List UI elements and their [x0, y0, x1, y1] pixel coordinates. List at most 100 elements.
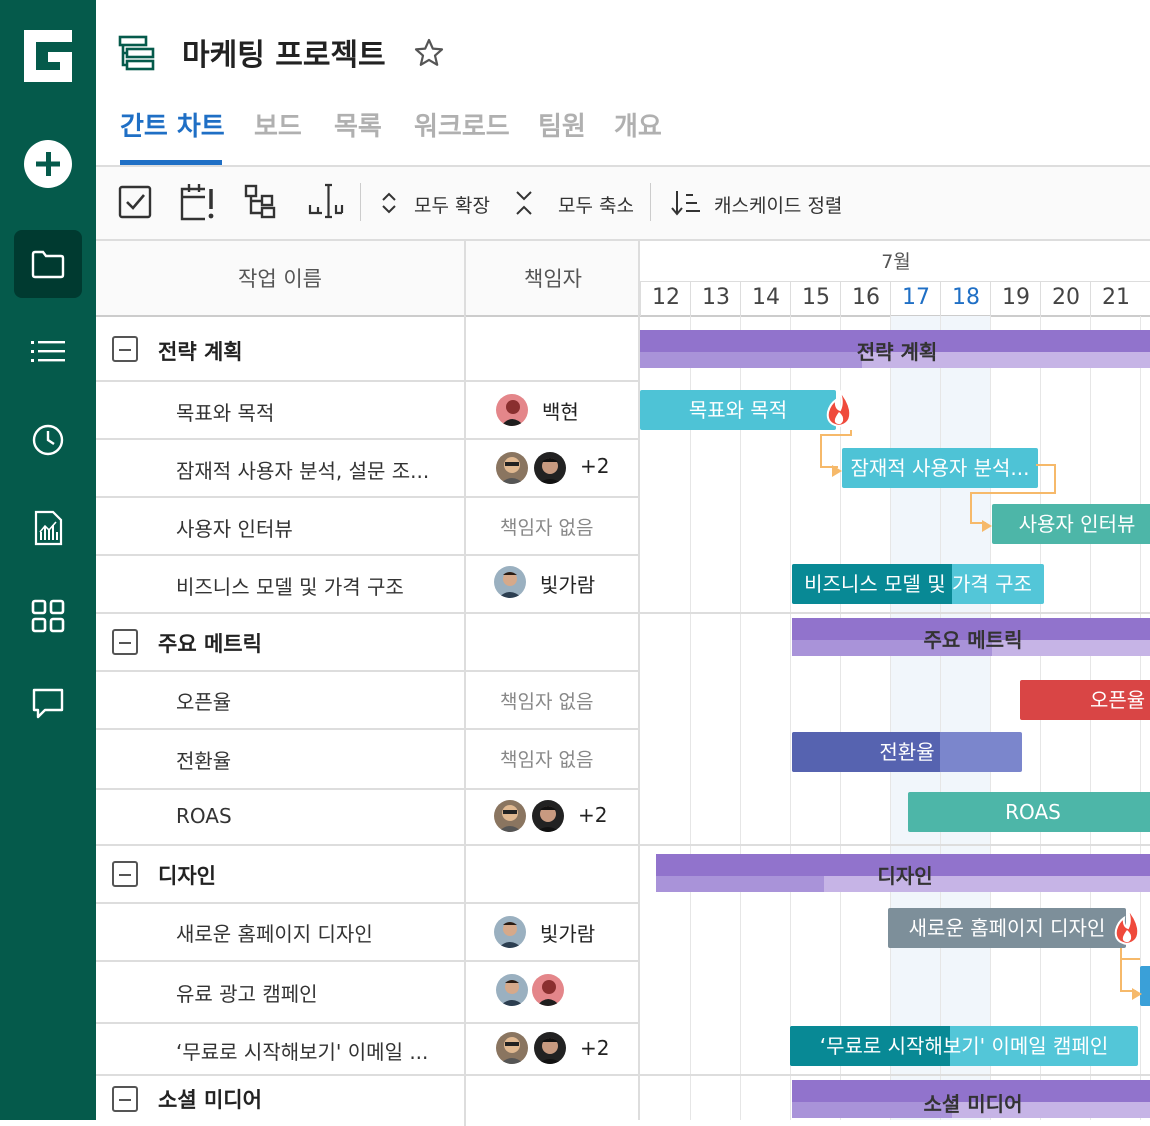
owner-cell[interactable] — [466, 962, 638, 1022]
expand-all-button[interactable]: 모두 확장 — [414, 191, 490, 218]
task-cell: 전환율 — [96, 730, 466, 788]
task-cell: 새로운 홈페이지 디자인 — [96, 904, 466, 960]
task-name: 유료 광고 캠페인 — [176, 982, 318, 1006]
owner-cell[interactable]: 백현 — [466, 382, 638, 438]
task-name: 비즈니스 모델 및 가격 구조 — [176, 575, 404, 599]
task-row[interactable]: 오픈율 책임자 없음 — [96, 672, 638, 730]
task-row[interactable]: 목표와 목적 백현 — [96, 382, 638, 440]
task-bar[interactable]: 오픈율 — [1020, 680, 1150, 720]
task-bar[interactable]: ROAS — [908, 792, 1150, 832]
task-bar[interactable]: 새로운 홈페이지 디자인 — [888, 908, 1126, 948]
owner-cell[interactable]: 책임자 없음 — [466, 672, 638, 728]
task-row[interactable]: 비즈니스 모델 및 가격 구조 빛가람 — [96, 556, 638, 614]
chat-icon[interactable] — [14, 670, 82, 738]
group-bar[interactable]: 전략 계획 — [640, 330, 1150, 368]
hierarchy-icon[interactable] — [244, 183, 278, 223]
task-name-header-label: 작업 이름 — [238, 267, 322, 291]
group-bar[interactable]: 소셜 미디어 — [792, 1080, 1150, 1118]
checkbox-icon[interactable] — [118, 183, 152, 223]
task-bar-label: 전환율 — [879, 740, 935, 764]
task-bar[interactable]: 목표와 목적 — [640, 390, 836, 430]
tab-overview[interactable]: 개요 — [614, 106, 662, 143]
task-cell: ‘무료로 시작해보기' 이메일 ... — [96, 1024, 466, 1074]
toolbar: 모두 확장 모두 축소 캐스케이드 정렬 — [96, 167, 1150, 241]
task-name: ‘무료로 시작해보기' 이메일 ... — [176, 1040, 429, 1064]
list-icon[interactable] — [14, 318, 82, 386]
logo-icon[interactable] — [20, 26, 76, 86]
task-bar[interactable]: 잠재적 사용자 분석... — [842, 448, 1038, 488]
task-row[interactable]: ROAS +2 — [96, 790, 638, 846]
task-bar-label: 비즈니스 모델 및 가격 구조 — [804, 572, 1032, 596]
sort-icon[interactable] — [670, 189, 700, 221]
task-row[interactable]: 사용자 인터뷰 책임자 없음 — [96, 498, 638, 556]
group-row[interactable]: 소셜 미디어 — [96, 1076, 638, 1126]
task-row[interactable]: 잠재적 사용자 분석, 설문 조... +2 — [96, 440, 638, 498]
owner-cell[interactable]: +2 — [466, 790, 638, 844]
task-row[interactable]: ‘무료로 시작해보기' 이메일 ... +2 — [96, 1024, 638, 1076]
avatar — [496, 974, 528, 1006]
owner-cell[interactable]: 빛가람 — [466, 904, 638, 960]
owner-cell[interactable]: +2 — [466, 1024, 638, 1074]
task-name: 오픈율 — [176, 690, 232, 714]
cascade-sort-button[interactable]: 캐스케이드 정렬 — [714, 191, 842, 218]
owner-name: 빛가람 — [540, 573, 596, 597]
collapse-group-toggle[interactable] — [112, 336, 138, 362]
star-icon[interactable] — [414, 38, 444, 72]
collapse-group-toggle[interactable] — [112, 629, 138, 655]
task-cell: 목표와 목적 — [96, 382, 466, 438]
tab-members[interactable]: 팀원 — [538, 106, 586, 143]
day-label: 14 — [740, 282, 791, 316]
task-bar[interactable]: 비즈니스 모델 및 가격 구조 — [792, 564, 1044, 604]
group-row[interactable]: 주요 메트릭 — [96, 614, 638, 672]
baseline-icon[interactable] — [308, 183, 344, 223]
group-row[interactable]: 디자인 — [96, 846, 638, 904]
critical-fire-icon — [1112, 906, 1142, 950]
arrow-head-icon — [832, 462, 842, 481]
add-icon[interactable] — [14, 130, 82, 198]
owner-cell[interactable]: 책임자 없음 — [466, 498, 638, 554]
tab-workload[interactable]: 워크로드 — [414, 106, 510, 143]
task-bar[interactable]: ‘무료로 시작해보기' 이메일 캠페인 — [790, 1026, 1138, 1066]
collapse-all-button[interactable]: 모두 축소 — [558, 191, 634, 218]
no-owner-label: 책임자 없음 — [500, 517, 594, 539]
group-name: 전략 계획 — [158, 340, 243, 364]
group-divider — [640, 844, 1150, 846]
collapse-icon[interactable] — [514, 189, 534, 221]
task-cell: 주요 메트릭 — [96, 614, 466, 670]
task-bar[interactable]: 전환율 — [792, 732, 1022, 772]
group-name: 주요 메트릭 — [158, 632, 262, 656]
tab-gantt[interactable]: 간트 차트 — [120, 106, 225, 143]
clock-icon[interactable] — [14, 406, 82, 474]
report-icon[interactable] — [14, 494, 82, 562]
task-name-column-header[interactable]: 작업 이름 — [96, 241, 464, 317]
expand-icon[interactable] — [380, 191, 398, 219]
apps-icon[interactable] — [14, 582, 82, 650]
collapse-group-toggle[interactable] — [112, 1086, 138, 1112]
avatar — [496, 1032, 528, 1064]
task-cell: 사용자 인터뷰 — [96, 498, 466, 554]
gantt-project-icon — [118, 34, 156, 76]
group-row[interactable]: 전략 계획 — [96, 316, 638, 382]
task-row[interactable]: 유료 광고 캠페인 — [96, 962, 638, 1024]
avatar — [494, 566, 526, 598]
owner-column-header[interactable]: 책임자 — [464, 241, 640, 317]
tab-list[interactable]: 목록 — [334, 106, 382, 143]
owner-cell[interactable]: 빛가람 — [466, 556, 638, 612]
avatar — [494, 916, 526, 948]
day-label: 13 — [690, 282, 741, 316]
collapse-group-toggle[interactable] — [112, 861, 138, 887]
owner-name: 빛가람 — [540, 922, 596, 946]
folder-icon[interactable] — [14, 230, 82, 298]
calendar-alert-icon[interactable] — [180, 183, 216, 225]
task-row[interactable]: 새로운 홈페이지 디자인 빛가람 — [96, 904, 638, 962]
group-bar[interactable]: 디자인 — [656, 854, 1150, 892]
task-row[interactable]: 전환율 책임자 없음 — [96, 730, 638, 790]
day-label: 15 — [790, 282, 841, 316]
owner-cell — [466, 1076, 638, 1126]
task-bar[interactable]: 사용자 인터뷰 — [992, 504, 1150, 544]
group-bar[interactable]: 주요 메트릭 — [792, 618, 1150, 656]
tab-board[interactable]: 보드 — [254, 106, 302, 143]
owner-cell[interactable]: 책임자 없음 — [466, 730, 638, 788]
owner-cell[interactable]: +2 — [466, 440, 638, 496]
task-bar-label: 새로운 홈페이지 디자인 — [908, 916, 1106, 940]
